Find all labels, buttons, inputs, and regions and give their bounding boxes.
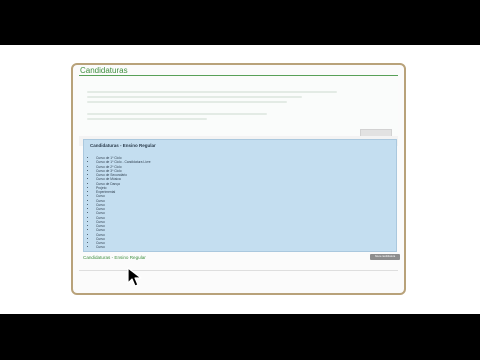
faded-content-area bbox=[79, 79, 398, 137]
faded-text-line bbox=[87, 96, 302, 98]
faded-text-line bbox=[87, 113, 267, 115]
section-title: Candidaturas - Ensino Regular bbox=[83, 255, 146, 260]
candidaturas-info-box: Candidaturas - Ensino Regular Curso de 1… bbox=[83, 139, 397, 252]
faded-text-line bbox=[87, 101, 287, 103]
candidaturas-panel: Candidaturas Candidaturas - Ensino Regul… bbox=[71, 63, 406, 295]
video-frame: Candidaturas Candidaturas - Ensino Regul… bbox=[0, 45, 480, 314]
faded-text-line bbox=[87, 118, 207, 120]
info-box-title: Candidaturas - Ensino Regular bbox=[90, 143, 156, 148]
new-candidatura-button[interactable]: Nova candidatura bbox=[370, 254, 400, 260]
title-divider bbox=[79, 75, 398, 76]
panel-title: Candidaturas bbox=[80, 66, 128, 75]
mouse-cursor-icon bbox=[127, 267, 142, 287]
faded-text-line bbox=[87, 91, 337, 93]
course-list-item: Curso bbox=[96, 245, 396, 249]
course-list: Curso de 1º Ciclo Curso de 1º Ciclo - Ca… bbox=[90, 156, 396, 250]
